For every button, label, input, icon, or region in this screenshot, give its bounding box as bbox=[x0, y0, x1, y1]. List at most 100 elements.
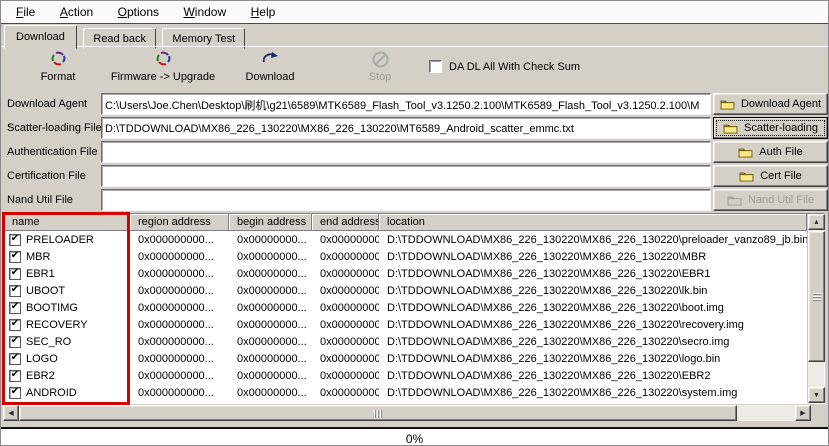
row-checkbox[interactable]: ✔ bbox=[9, 353, 21, 365]
firmware-upgrade-button[interactable]: Firmware -> Upgrade bbox=[101, 50, 225, 83]
row-checkbox[interactable]: ✔ bbox=[9, 285, 21, 297]
row-checkbox[interactable]: ✔ bbox=[9, 319, 21, 331]
region-address-cell: 0x000000000... bbox=[130, 370, 229, 382]
column-header-location[interactable]: location bbox=[379, 214, 807, 231]
check-icon: ✔ bbox=[11, 234, 19, 244]
menu-help[interactable]: Help bbox=[241, 1, 286, 22]
check-icon: ✔ bbox=[11, 251, 19, 261]
row-checkbox[interactable]: ✔ bbox=[9, 336, 21, 348]
table-row[interactable]: ✔PRELOADER 0x000000000... 0x00000000... … bbox=[4, 231, 807, 248]
row-checkbox[interactable]: ✔ bbox=[9, 387, 21, 399]
location-cell: D:\TDDOWNLOAD\MX86_226_130220\MX86_226_1… bbox=[379, 336, 807, 348]
download-arrow-icon bbox=[235, 50, 305, 69]
folder-icon bbox=[738, 146, 753, 158]
table-row[interactable]: ✔BOOTIMG 0x000000000... 0x00000000... 0x… bbox=[4, 299, 807, 316]
begin-address-cell: 0x00000000... bbox=[229, 234, 312, 246]
partition-name: EBR1 bbox=[26, 268, 55, 280]
table-row[interactable]: ✔RECOVERY 0x000000000... 0x00000000... 0… bbox=[4, 316, 807, 333]
begin-address-cell: 0x00000000... bbox=[229, 353, 312, 365]
stop-icon bbox=[353, 50, 407, 69]
row-checkbox[interactable]: ✔ bbox=[9, 234, 21, 246]
check-icon: ✔ bbox=[11, 353, 19, 363]
row-checkbox[interactable]: ✔ bbox=[9, 251, 21, 263]
table-row[interactable]: ✔SEC_RO 0x000000000... 0x00000000... 0x0… bbox=[4, 333, 807, 350]
end-address-cell: 0x00000000... bbox=[312, 268, 379, 280]
da-dl-checksum-checkbox[interactable] bbox=[429, 60, 442, 73]
stop-label: Stop bbox=[369, 71, 392, 83]
download-agent-input[interactable] bbox=[101, 93, 711, 115]
menu-options[interactable]: Options bbox=[108, 1, 169, 22]
column-header-region-address[interactable]: region address bbox=[130, 214, 229, 231]
browse-download-agent-label: Download Agent bbox=[741, 98, 821, 110]
vertical-scrollbar[interactable]: ▲ ▼ bbox=[807, 214, 824, 403]
column-header-end-address[interactable]: end address bbox=[312, 214, 379, 231]
table-row[interactable]: ✔UBOOT 0x000000000... 0x00000000... 0x00… bbox=[4, 282, 807, 299]
scroll-down-arrow-icon[interactable]: ▼ bbox=[808, 387, 825, 403]
horizontal-scroll-thumb[interactable] bbox=[19, 405, 737, 421]
partition-table: name region address begin address end ad… bbox=[3, 213, 825, 404]
da-dl-checksum-label: DA DL All With Check Sum bbox=[449, 61, 580, 73]
check-icon: ✔ bbox=[11, 302, 19, 312]
browse-scatter-button[interactable]: Scatter-loading bbox=[713, 117, 828, 139]
location-cell: D:\TDDOWNLOAD\MX86_226_130220\MX86_226_1… bbox=[379, 268, 807, 280]
folder-icon-disabled bbox=[727, 194, 742, 206]
browse-cert-file-label: Cert File bbox=[760, 170, 802, 182]
check-icon: ✔ bbox=[11, 387, 19, 397]
partition-table-body: name region address begin address end ad… bbox=[4, 214, 807, 403]
horizontal-scrollbar[interactable]: ◀ ▶ bbox=[3, 405, 811, 421]
download-label: Download bbox=[246, 71, 295, 83]
row-checkbox[interactable]: ✔ bbox=[9, 302, 21, 314]
menu-bar: File Action Options Window Help bbox=[1, 1, 828, 24]
table-header-row: name region address begin address end ad… bbox=[4, 214, 807, 231]
end-address-cell: 0x00000000... bbox=[312, 336, 379, 348]
region-address-cell: 0x000000000... bbox=[130, 387, 229, 399]
browse-download-agent-button[interactable]: Download Agent bbox=[713, 93, 828, 115]
location-cell: D:\TDDOWNLOAD\MX86_226_130220\MX86_226_1… bbox=[379, 353, 807, 365]
menu-window[interactable]: Window bbox=[173, 1, 236, 22]
scatter-file-row: Scatter-loading File bbox=[1, 117, 713, 140]
menu-action[interactable]: Action bbox=[50, 1, 103, 22]
table-row[interactable]: ✔MBR 0x000000000... 0x00000000... 0x0000… bbox=[4, 248, 807, 265]
table-row[interactable]: ✔EBR2 0x000000000... 0x00000000... 0x000… bbox=[4, 367, 807, 384]
download-button[interactable]: Download bbox=[235, 50, 305, 83]
begin-address-cell: 0x00000000... bbox=[229, 387, 312, 399]
region-address-cell: 0x000000000... bbox=[130, 251, 229, 263]
folder-icon bbox=[723, 122, 738, 134]
tab-download[interactable]: Download bbox=[4, 25, 77, 49]
check-icon: ✔ bbox=[11, 285, 19, 295]
partition-name: ANDROID bbox=[26, 387, 77, 399]
region-address-cell: 0x000000000... bbox=[130, 268, 229, 280]
cert-file-input[interactable] bbox=[101, 165, 711, 187]
auth-file-input[interactable] bbox=[101, 141, 711, 163]
table-row[interactable]: ✔ANDROID 0x000000000... 0x00000000... 0x… bbox=[4, 384, 807, 401]
scatter-file-input[interactable] bbox=[101, 117, 711, 139]
table-row[interactable]: ✔LOGO 0x000000000... 0x00000000... 0x000… bbox=[4, 350, 807, 367]
scroll-left-arrow-icon[interactable]: ◀ bbox=[3, 405, 19, 421]
scroll-right-arrow-icon[interactable]: ▶ bbox=[795, 405, 811, 421]
column-header-begin-address[interactable]: begin address bbox=[229, 214, 312, 231]
column-header-name[interactable]: name bbox=[4, 214, 130, 231]
row-checkbox[interactable]: ✔ bbox=[9, 370, 21, 382]
da-dl-checksum-option: DA DL All With Check Sum bbox=[429, 60, 580, 73]
format-button[interactable]: Format bbox=[28, 50, 88, 83]
firmware-upgrade-label: Firmware -> Upgrade bbox=[111, 71, 215, 83]
download-agent-label: Download Agent bbox=[7, 98, 87, 110]
browse-cert-file-button[interactable]: Cert File bbox=[713, 165, 828, 187]
folder-icon bbox=[739, 170, 754, 182]
browse-nand-util-button: Nand Util File bbox=[713, 189, 828, 211]
menu-file[interactable]: File bbox=[6, 1, 45, 22]
partition-name: MBR bbox=[26, 251, 50, 263]
table-row[interactable]: ✔EBR1 0x000000000... 0x00000000... 0x000… bbox=[4, 265, 807, 282]
end-address-cell: 0x00000000... bbox=[312, 302, 379, 314]
region-address-cell: 0x000000000... bbox=[130, 234, 229, 246]
browse-auth-file-button[interactable]: Auth File bbox=[713, 141, 828, 163]
location-cell: D:\TDDOWNLOAD\MX86_226_130220\MX86_226_1… bbox=[379, 302, 807, 314]
format-refresh-icon bbox=[28, 50, 88, 69]
row-checkbox[interactable]: ✔ bbox=[9, 268, 21, 280]
location-cell: D:\TDDOWNLOAD\MX86_226_130220\MX86_226_1… bbox=[379, 251, 807, 263]
stop-button: Stop bbox=[353, 50, 407, 83]
begin-address-cell: 0x00000000... bbox=[229, 319, 312, 331]
scroll-up-arrow-icon[interactable]: ▲ bbox=[808, 214, 825, 230]
nand-util-file-input[interactable] bbox=[101, 189, 711, 211]
vertical-scroll-thumb[interactable] bbox=[808, 231, 825, 362]
